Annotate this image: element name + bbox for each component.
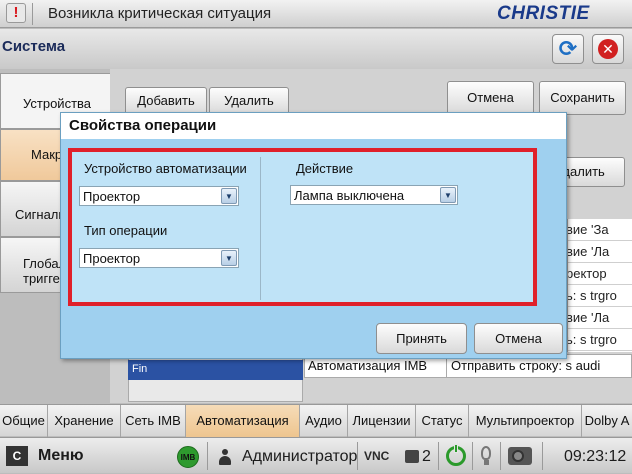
user-icon (219, 449, 231, 465)
chevron-down-icon[interactable]: ▼ (221, 188, 237, 204)
list-item-selected[interactable]: Fin (128, 360, 303, 380)
close-icon: ✕ (598, 39, 618, 59)
divider (472, 442, 473, 470)
refresh-button[interactable]: ⟳ (552, 34, 584, 64)
imb-status-icon[interactable]: IMB (177, 446, 199, 468)
dialog-title: Свойства операции (69, 117, 217, 134)
cancel-button[interactable]: Отмена (447, 81, 534, 115)
bottom-tab-bar: Общие Хранение Сеть IMB Автоматизация Ау… (0, 404, 632, 437)
table-row[interactable]: вие 'Ла (568, 241, 632, 263)
save-button[interactable]: Сохранить (539, 81, 626, 115)
operations-table: вие 'За вие 'Ла ректор ь: s trgro вие 'Л… (567, 219, 632, 352)
page-header: Система ⟳ ✕ (0, 29, 632, 69)
action-select[interactable]: Лампа выключена ▼ (290, 185, 458, 205)
accept-button[interactable]: Принять (376, 323, 467, 354)
tab-status[interactable]: Статус (416, 405, 469, 437)
table-row[interactable]: ь: s trgro (568, 329, 632, 351)
clock: 09:23:12 (564, 448, 627, 465)
delete-button[interactable]: Удалить (209, 87, 289, 115)
sidebar-item-label: Устройства (23, 96, 92, 111)
dialog-title-bar: Свойства операции (61, 113, 566, 139)
christie-logo: CHRISTIE (497, 3, 590, 24)
menu-button[interactable]: C Меню (0, 438, 110, 474)
operation-type-label: Тип операции (84, 223, 168, 238)
table-row[interactable]: вие 'Ла (568, 307, 632, 329)
divider (542, 442, 543, 470)
table-row[interactable]: вие 'За (568, 219, 632, 241)
add-button[interactable]: Добавить (125, 87, 207, 115)
vnc-indicator[interactable]: VNC (364, 449, 389, 463)
action-label: Действие (296, 161, 354, 176)
divider (357, 442, 358, 470)
warning-icon[interactable]: ! (6, 3, 26, 23)
sidebar-item-label: Сигналь (15, 207, 66, 222)
tab-automation[interactable]: Автоматизация (186, 405, 300, 437)
operation-type-select[interactable]: Проектор ▼ (79, 248, 239, 268)
divider (260, 157, 261, 300)
table-cell: Отправить строку: s audi (451, 358, 601, 373)
menu-label: Меню (38, 447, 84, 464)
divider (438, 442, 439, 470)
tab-licenses[interactable]: Лицензии (348, 405, 416, 437)
user-name[interactable]: Администратор (242, 448, 357, 466)
chevron-down-icon[interactable]: ▼ (221, 250, 237, 266)
christie-menu-icon: C (6, 446, 28, 466)
divider (207, 442, 208, 470)
device-label: Устройство автоматизации (84, 161, 247, 176)
chevron-down-icon[interactable]: ▼ (440, 187, 456, 203)
device-select[interactable]: Проектор ▼ (79, 186, 239, 206)
tab-multiprojector[interactable]: Мультипроектор (469, 405, 582, 437)
projector-icon[interactable] (508, 447, 532, 465)
alert-message[interactable]: Возникла критическая ситуация (48, 5, 271, 22)
table-cell: Автоматизация IMB (308, 358, 428, 373)
tab-dolby[interactable]: Dolby A (582, 405, 632, 437)
tab-storage[interactable]: Хранение (48, 405, 121, 437)
divider (500, 442, 501, 470)
tab-imb-network[interactable]: Сеть IMB (121, 405, 186, 437)
sessions-icon (405, 450, 419, 463)
close-button[interactable]: ✕ (592, 34, 624, 64)
sessions-count: 2 (422, 448, 431, 465)
page-title: Система (2, 38, 66, 55)
top-alert-bar: ! Возникла критическая ситуация CHRISTIE (0, 0, 632, 28)
table-row[interactable]: ь: s trgro (568, 285, 632, 307)
sidebar-item-label: Макр (31, 147, 63, 162)
tab-audio[interactable]: Аудио (300, 405, 348, 437)
power-icon[interactable] (446, 444, 466, 466)
table-row[interactable]: ректор (568, 263, 632, 285)
lamp-icon[interactable] (481, 446, 491, 465)
refresh-icon: ⟳ (558, 36, 578, 61)
dialog-cancel-button[interactable]: Отмена (474, 323, 563, 354)
tab-general[interactable]: Общие (0, 405, 48, 437)
divider (32, 3, 33, 25)
